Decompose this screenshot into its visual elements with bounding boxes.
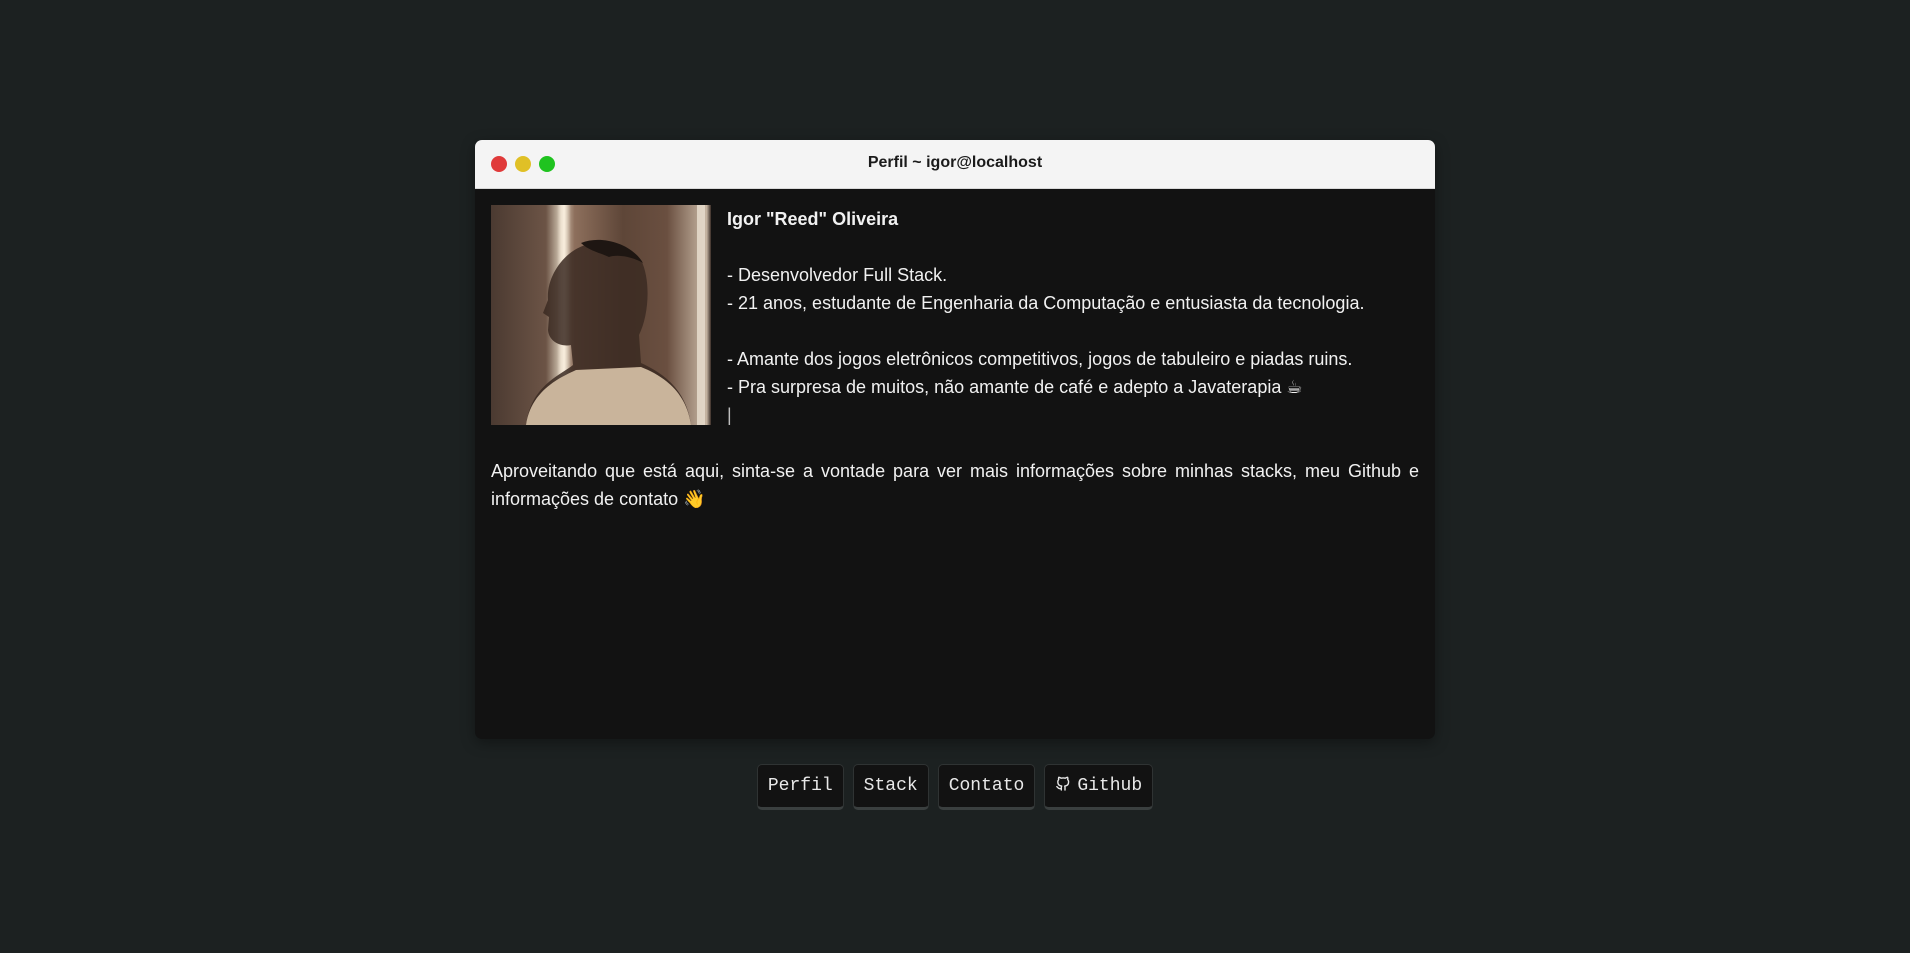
nav-label: Github (1077, 776, 1143, 796)
profile-name: Igor "Reed" Oliveira (727, 209, 899, 229)
nav-perfil-button[interactable]: Perfil (756, 764, 844, 810)
github-icon (1055, 775, 1071, 797)
profile-photo (491, 205, 711, 425)
nav-label: Stack (863, 776, 918, 796)
terminal-window: Perfil ~ igor@localhost Igor "Reed" Oliv… (475, 140, 1435, 739)
bottom-nav: Perfil Stack Contato Github (0, 764, 1910, 810)
window-titlebar: Perfil ~ igor@localhost (475, 140, 1435, 189)
bio-line: - Desenvolvedor Full Stack. (727, 265, 948, 285)
window-content: Igor "Reed" Oliveira - Desenvolvedor Ful… (475, 189, 1435, 513)
nav-label: Contato (948, 776, 1025, 796)
portrait-illustration (526, 239, 691, 425)
nav-github-button[interactable]: Github (1044, 764, 1154, 810)
nav-contato-button[interactable]: Contato (937, 764, 1036, 810)
nav-stack-button[interactable]: Stack (852, 764, 929, 810)
profile-row: Igor "Reed" Oliveira - Desenvolvedor Ful… (491, 205, 1419, 429)
window-title: Perfil ~ igor@localhost (867, 154, 1043, 171)
bio-line: - 21 anos, estudante de Engenharia da Co… (727, 293, 1365, 313)
bio-line: - Amante dos jogos eletrônicos competiti… (727, 349, 1353, 369)
nav-label: Perfil (767, 776, 833, 796)
profile-bio: Igor "Reed" Oliveira - Desenvolvedor Ful… (727, 205, 1364, 429)
bio-line: - Pra surpresa de muitos, não amante de … (727, 377, 1303, 397)
text-cursor: | (727, 405, 732, 425)
intro-text: Aproveitando que está aqui, sinta-se a v… (491, 461, 1419, 509)
